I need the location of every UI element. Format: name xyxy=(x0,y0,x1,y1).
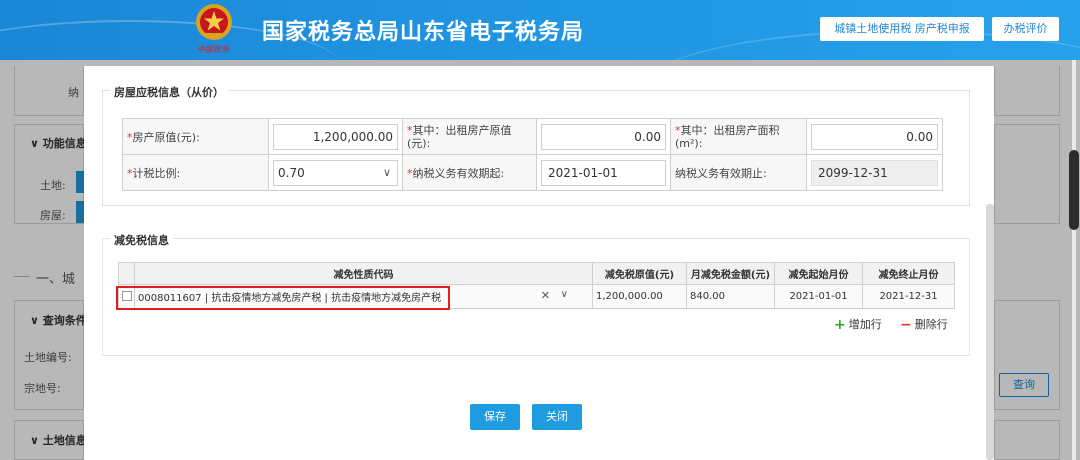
emblem-caption: 中国税务 xyxy=(197,45,229,54)
relief-title: 减免税信息 xyxy=(110,232,173,248)
minus-icon: − xyxy=(900,317,912,333)
duty-end-label: 纳税义务有效期止: xyxy=(670,154,807,191)
site-header: 中国税务 国家税务总局山东省电子税务局 城镇土地使用税 房产税申报 办税评价 xyxy=(0,0,1080,60)
declare-tax-button[interactable]: 城镇土地使用税 房产税申报 xyxy=(820,17,984,41)
rent-area-input[interactable]: 0.00 xyxy=(811,123,938,150)
relief-start-month[interactable]: 2021-01-01 xyxy=(774,284,863,309)
modal-scrollbar[interactable] xyxy=(986,204,994,460)
site-title: 国家税务总局山东省电子税务局 xyxy=(262,20,585,45)
chevron-down-icon[interactable]: ∨ xyxy=(561,289,568,300)
tax-evaluation-button[interactable]: 办税评价 xyxy=(992,17,1059,41)
col-header: 减免税原值(元) xyxy=(592,262,687,285)
relief-header-row: 减免性质代码 减免税原值(元) 月减免税金额(元) 减免起始月份 减免终止月份 xyxy=(118,262,955,285)
chevron-down-icon: ∨ xyxy=(382,165,391,179)
original-value-cell: 1,200,000.00 xyxy=(268,118,403,155)
original-value-input[interactable]: 1,200,000.00 xyxy=(273,123,398,150)
rent-area-cell: 0.00 xyxy=(806,118,943,155)
highlight-box xyxy=(116,286,450,310)
save-button[interactable]: 保存 xyxy=(470,404,520,430)
select-col-header xyxy=(118,262,135,285)
col-header: 减免性质代码 xyxy=(134,262,593,285)
rent-area-label: *其中：出租房产面积(m²): xyxy=(670,118,807,155)
clear-icon[interactable]: ✕ xyxy=(541,289,550,302)
original-value-label: *房产原值(元): xyxy=(122,118,269,155)
tax-ratio-cell: 0.70 ∨ xyxy=(268,154,403,191)
relief-original-value[interactable]: 1,200,000.00 xyxy=(592,284,687,309)
tax-emblem-icon xyxy=(196,4,232,40)
tax-ratio-label: *计税比例: xyxy=(122,154,269,191)
col-header: 减免起始月份 xyxy=(774,262,863,285)
col-header: 减免终止月份 xyxy=(862,262,955,285)
tax-ratio-select[interactable]: 0.70 ∨ xyxy=(273,159,398,186)
rent-original-label: *其中：出租房产原值(元): xyxy=(402,118,537,155)
duty-end-input: 2099-12-31 xyxy=(811,159,938,186)
page-scrollbar-thumb[interactable] xyxy=(1069,150,1079,230)
house-info-row: *计税比例: 0.70 ∨ *纳税义务有效期起: 2021-01-01 纳税义务有… xyxy=(122,154,943,191)
duty-start-label: *纳税义务有效期起: xyxy=(402,154,537,191)
tax-detail-modal: 房屋应税信息（从价） *房产原值(元): 1,200,000.00 *其中：出租… xyxy=(84,66,994,460)
monthly-relief-amount[interactable]: 840.00 xyxy=(686,284,775,309)
duty-start-cell: 2021-01-01 xyxy=(536,154,671,191)
add-row-button[interactable]: + 增加行 xyxy=(834,316,882,333)
house-info-row: *房产原值(元): 1,200,000.00 *其中：出租房产原值(元): 0.… xyxy=(122,118,943,155)
col-header: 月减免税金额(元) xyxy=(686,262,775,285)
delete-row-button[interactable]: − 删除行 xyxy=(900,316,948,333)
rent-original-input[interactable]: 0.00 xyxy=(541,123,666,150)
duty-start-input[interactable]: 2021-01-01 xyxy=(541,159,666,186)
relief-end-month[interactable]: 2021-12-31 xyxy=(862,284,955,309)
close-button[interactable]: 关闭 xyxy=(532,404,582,430)
house-info-title: 房屋应税信息（从价） xyxy=(110,84,228,100)
house-info-table: *房产原值(元): 1,200,000.00 *其中：出租房产原值(元): 0.… xyxy=(122,118,943,191)
page-scroll-track[interactable] xyxy=(1072,60,1076,460)
duty-end-cell: 2099-12-31 xyxy=(806,154,943,191)
rent-original-cell: 0.00 xyxy=(536,118,671,155)
plus-icon: + xyxy=(834,317,846,333)
